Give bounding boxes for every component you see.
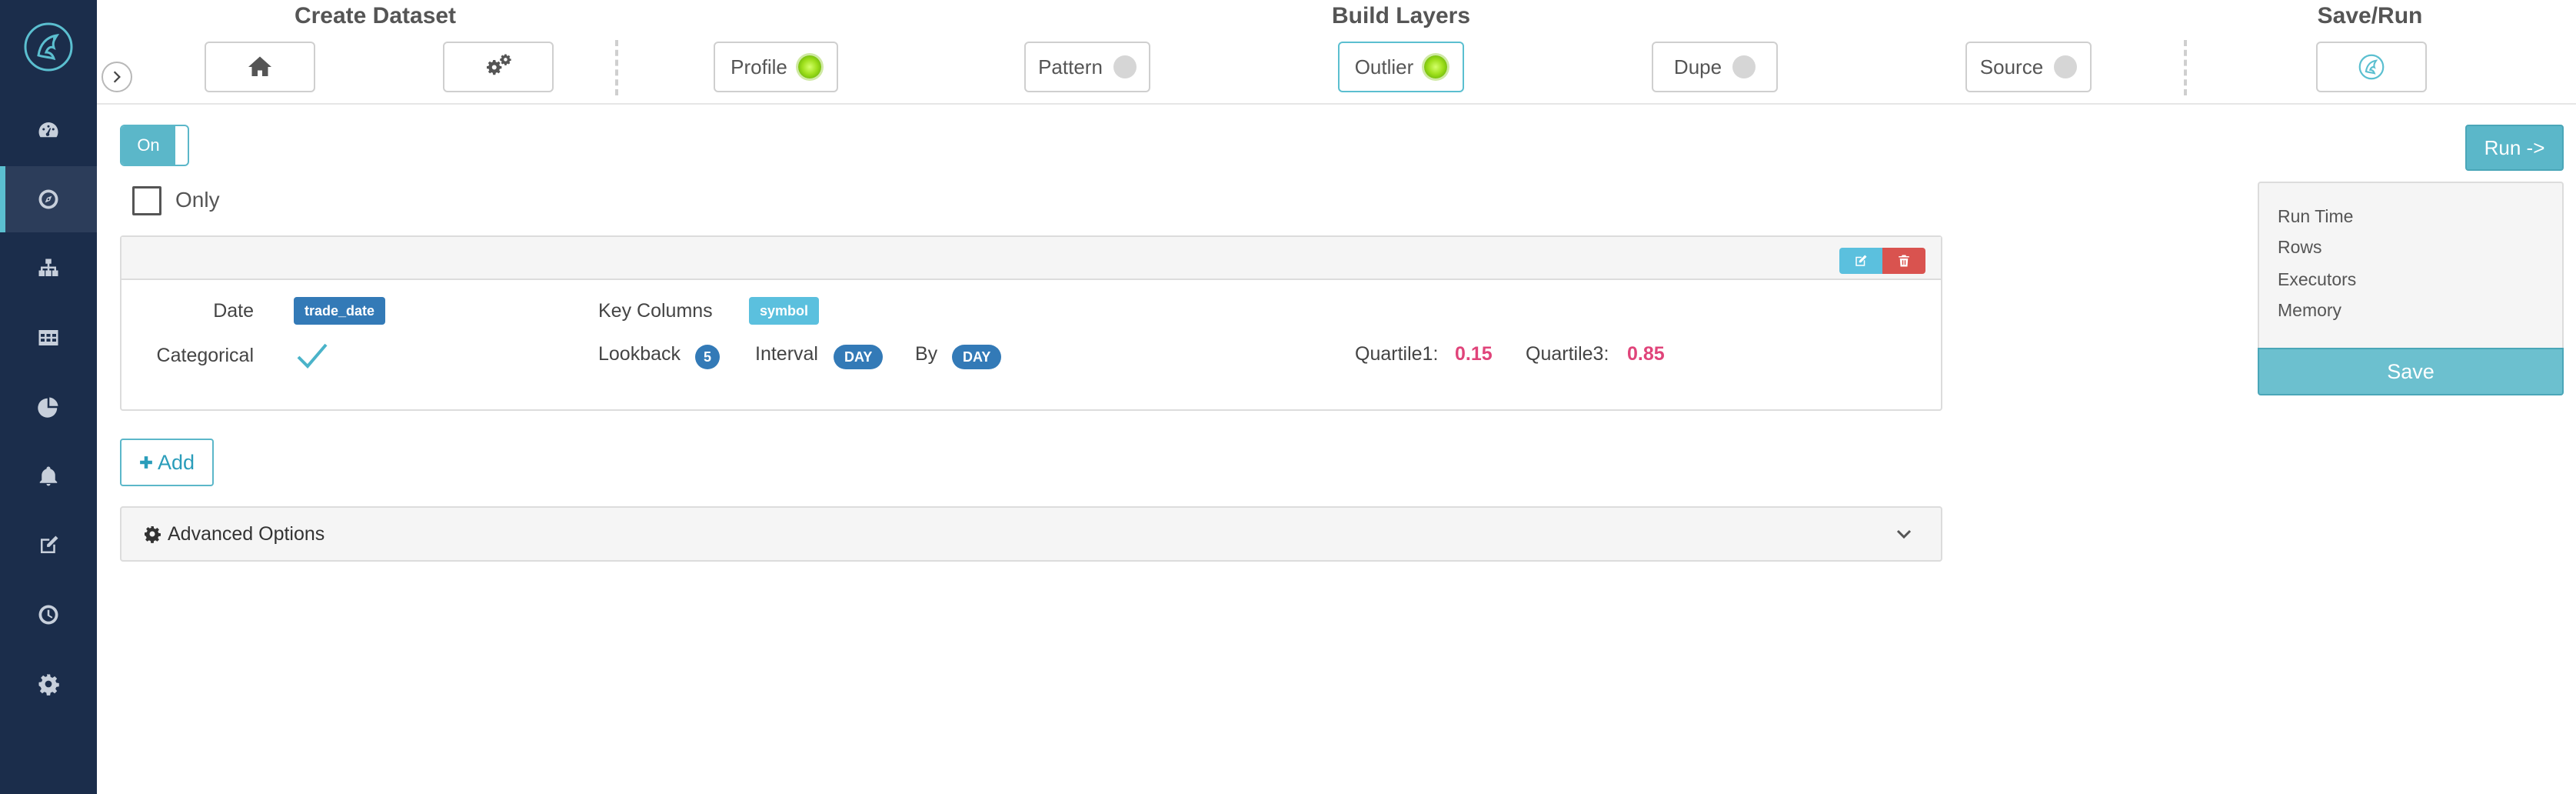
sidebar-item-edit[interactable] — [0, 512, 97, 579]
plus-icon — [140, 456, 152, 469]
status-indicator-dupe — [1732, 55, 1756, 78]
settings-step-button[interactable] — [443, 42, 554, 92]
status-indicator-profile — [797, 55, 821, 78]
sidebar — [0, 0, 97, 794]
quartile1-label: Quartile1: — [1355, 343, 1439, 365]
compass-icon — [38, 189, 58, 209]
edit-icon — [1855, 255, 1867, 266]
run-button[interactable]: Run -> — [2465, 125, 2564, 171]
section-title-create-dataset: Create Dataset — [294, 3, 457, 28]
brand-logo-icon[interactable] — [23, 22, 74, 72]
lookback-label: Lookback — [598, 343, 681, 365]
home-icon — [248, 56, 271, 76]
add-rule-button[interactable]: Add — [120, 439, 214, 486]
advanced-options-bar[interactable]: Advanced Options — [120, 506, 1942, 562]
status-indicator-source — [2054, 55, 2078, 78]
chevron-down-icon[interactable] — [1895, 525, 1913, 543]
lookback-value: 5 — [695, 345, 720, 369]
home-step-button[interactable] — [205, 42, 315, 92]
stat-run-time: Run Time — [2278, 206, 2354, 226]
sidebar-item-explore[interactable] — [0, 166, 97, 232]
dashboard-icon — [38, 122, 58, 138]
save-button[interactable]: Save — [2258, 348, 2564, 395]
quartile1-value: 0.15 — [1455, 343, 1493, 365]
check-icon — [297, 343, 328, 369]
layer-button-source[interactable]: Source — [1965, 42, 2092, 92]
key-columns-label: Key Columns — [598, 300, 713, 322]
status-indicator-outlier — [1424, 55, 1448, 78]
stat-memory: Memory — [2278, 300, 2342, 320]
layer-button-profile[interactable]: Profile — [714, 42, 838, 92]
bell-icon — [39, 466, 58, 486]
save-run-step-button[interactable] — [2316, 42, 2427, 92]
stat-rows: Rows — [2278, 237, 2322, 257]
interval-label: Interval — [755, 343, 818, 365]
outlier-rule-panel: Date trade_date Categorical Key Columns … — [120, 235, 1942, 411]
clock-icon — [38, 605, 58, 625]
layer-label-outlier: Outlier — [1354, 55, 1414, 78]
quartile3-value: 0.85 — [1627, 343, 1665, 365]
layer-label-source: Source — [1979, 55, 2044, 78]
header-divider — [2184, 40, 2187, 95]
bird-logo-icon — [2358, 54, 2385, 80]
edit-icon — [41, 535, 58, 553]
section-title-build-layers: Build Layers — [1331, 3, 1471, 28]
only-checkbox[interactable] — [132, 186, 161, 215]
sidebar-item-alerts[interactable] — [0, 443, 97, 509]
add-label: Add — [157, 450, 195, 474]
layer-label-pattern: Pattern — [1038, 55, 1103, 78]
sidebar-item-history[interactable] — [0, 582, 97, 648]
sidebar-item-lineage[interactable] — [0, 235, 97, 302]
quartile3-label: Quartile3: — [1526, 343, 1609, 365]
trash-icon — [1899, 255, 1909, 267]
gear-icon — [145, 526, 161, 543]
table-icon — [38, 330, 58, 345]
gears-icon — [487, 54, 511, 75]
sidebar-item-reports[interactable] — [0, 374, 97, 440]
date-label: Date — [213, 300, 254, 322]
sidebar-item-tables[interactable] — [0, 305, 97, 371]
status-indicator-pattern — [1113, 55, 1137, 78]
sitemap-icon — [38, 259, 58, 276]
sidebar-item-dashboard[interactable] — [0, 97, 97, 163]
header-divider — [615, 40, 618, 95]
delete-rule-button[interactable] — [1882, 248, 1925, 274]
key-column-badge: symbol — [749, 297, 820, 325]
layer-label-dupe: Dupe — [1673, 55, 1722, 78]
interval-value: DAY — [834, 345, 884, 369]
categorical-label: Categorical — [156, 345, 254, 366]
layer-button-outlier[interactable]: Outlier — [1338, 42, 1464, 92]
layer-button-pattern[interactable]: Pattern — [1024, 42, 1150, 92]
by-label: By — [915, 343, 938, 365]
layer-button-dupe[interactable]: Dupe — [1652, 42, 1778, 92]
edit-rule-button[interactable] — [1839, 248, 1882, 274]
stat-executors: Executors — [2278, 269, 2357, 289]
date-column-badge: trade_date — [294, 297, 386, 325]
by-value: DAY — [952, 345, 1002, 369]
workflow-header: Create Dataset Build Layers Save/Run Pro… — [97, 0, 2576, 105]
run-stats-panel: Run Time Rows Executors Memory — [2258, 182, 2564, 349]
section-title-save-run: Save/Run — [2317, 3, 2423, 28]
sidebar-item-settings[interactable] — [0, 651, 97, 717]
advanced-options-label: Advanced Options — [168, 522, 325, 545]
layer-label-profile: Profile — [731, 55, 787, 78]
toggle-on-label: On — [121, 126, 175, 165]
enable-toggle[interactable]: On — [120, 125, 189, 166]
pie-chart-icon — [38, 397, 58, 418]
panel-header — [121, 237, 1941, 280]
only-label: Only — [175, 188, 220, 212]
gear-icon — [38, 674, 59, 696]
